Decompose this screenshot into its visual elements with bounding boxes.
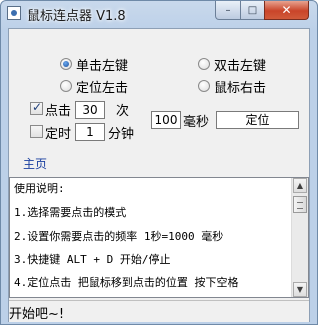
radio-right-click[interactable] (198, 80, 210, 92)
timer-unit: 分钟 (108, 127, 135, 142)
interval-unit: 毫秒 (183, 115, 210, 130)
window-title: 鼠标连点器 V1.8 (27, 9, 126, 24)
app-window: 鼠标连点器 V1.8 – □ ✕ 单击左键 双击左键 定位左击 鼠标右击 点击 … (0, 0, 318, 325)
instructions-textarea[interactable]: 使用说明: 1.选择需要点击的模式 2.设置你需要点击的频率 1秒=1000 毫… (9, 177, 309, 298)
scroll-thumb[interactable] (293, 196, 307, 213)
radio-locate-left-click-label: 定位左击 (76, 81, 129, 96)
radio-left-single-click[interactable] (60, 58, 72, 70)
click-count-unit: 次 (116, 104, 130, 119)
title-bar[interactable]: 鼠标连点器 V1.8 – □ ✕ (1, 1, 317, 28)
scroll-down-icon[interactable]: ▼ (293, 282, 307, 297)
close-button[interactable]: ✕ (264, 1, 309, 20)
timer-input[interactable]: 1 (75, 123, 105, 141)
radio-left-double-click-label: 双击左键 (214, 59, 267, 74)
status-text: 开始吧~! (9, 307, 65, 322)
radio-right-click-label: 鼠标右击 (214, 81, 267, 96)
scroll-up-icon[interactable]: ▲ (293, 178, 307, 193)
vertical-scrollbar[interactable]: ▲ ▼ (291, 178, 308, 297)
home-link[interactable]: 主页 (23, 155, 47, 172)
timer-label: 定时 (45, 127, 72, 142)
instruction-line: 使用说明: (14, 182, 65, 195)
status-bar: 开始吧~! (9, 300, 309, 322)
radio-locate-left-click[interactable] (60, 80, 72, 92)
click-count-input[interactable]: 30 (75, 101, 105, 119)
click-count-checkbox[interactable] (30, 100, 43, 115)
instruction-line: 3.快捷键 ALT + D 开始/停止 (14, 253, 171, 266)
instruction-line: 2.设置你需要点击的频率 1秒=1000 毫秒 (14, 230, 224, 243)
client-area: 单击左键 双击左键 定位左击 鼠标右击 点击 30 次 定时 1 分钟 100 … (8, 28, 310, 322)
maximize-button[interactable]: □ (240, 1, 265, 20)
radio-left-double-click[interactable] (198, 58, 210, 70)
minimize-button[interactable]: – (215, 1, 241, 20)
radio-left-single-click-label: 单击左键 (76, 59, 129, 74)
app-icon (7, 6, 21, 20)
locate-position-field[interactable]: 定位 (216, 111, 299, 129)
interval-input[interactable]: 100 (151, 111, 181, 129)
instruction-line: 1.选择需要点击的模式 (14, 206, 127, 219)
click-count-label: 点击 (45, 104, 72, 119)
instruction-line: 4.定位点击 把鼠标移到点击的位置 按下空格 (14, 276, 239, 289)
timer-checkbox[interactable] (30, 125, 43, 138)
